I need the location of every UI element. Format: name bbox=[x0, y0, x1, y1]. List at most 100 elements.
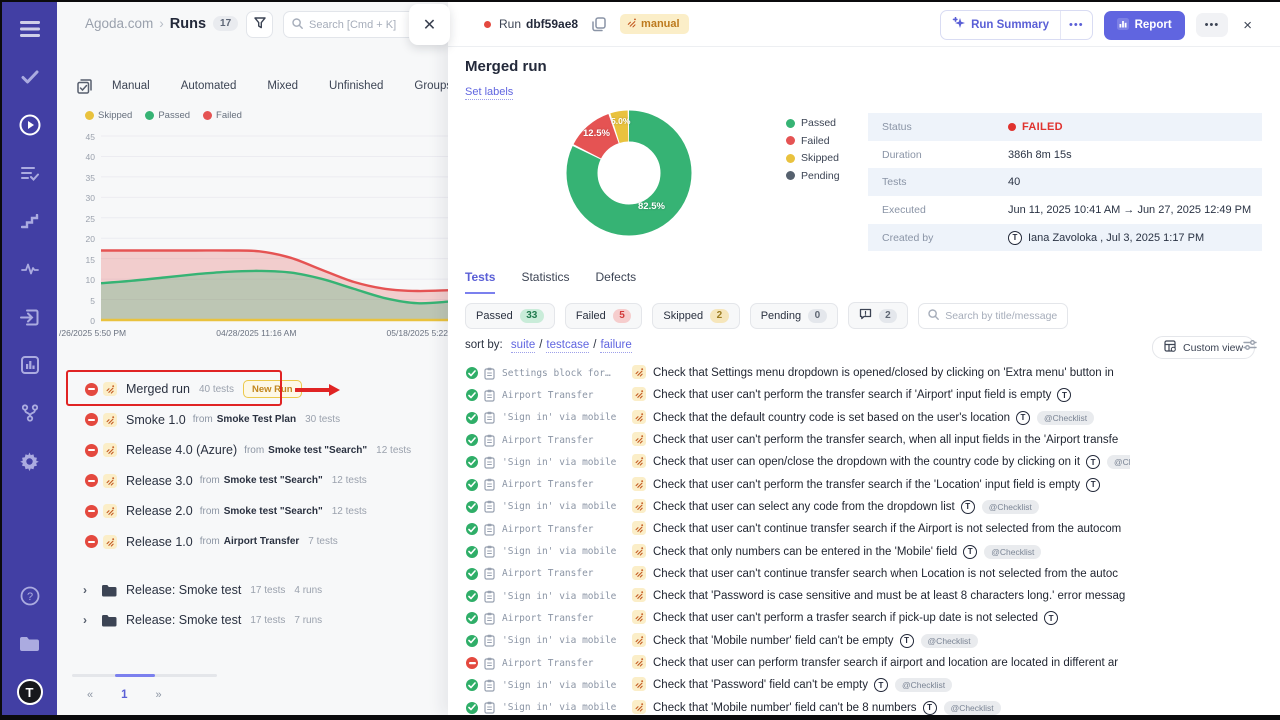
info-row-status: Status FAILED bbox=[868, 113, 1262, 141]
copy-icon[interactable] bbox=[592, 17, 606, 32]
tab-unfinished[interactable]: Unfinished bbox=[329, 80, 383, 92]
filter-button[interactable] bbox=[246, 11, 273, 38]
run-row[interactable]: Merged run 40 tests New Run bbox=[57, 374, 448, 405]
filter-failed[interactable]: Failed5 bbox=[565, 303, 643, 329]
tab-groups[interactable]: Groups bbox=[414, 80, 452, 92]
projects-folder-icon[interactable] bbox=[17, 631, 43, 657]
sort-by-suite[interactable]: suite bbox=[511, 339, 535, 353]
sort-by-failure[interactable]: failure bbox=[600, 339, 631, 353]
current-page[interactable]: 1 bbox=[115, 686, 133, 704]
menu-icon[interactable] bbox=[17, 16, 43, 42]
breadcrumb-separator: › bbox=[159, 16, 164, 31]
test-row[interactable]: 'Sign in' via mobile Check that user can… bbox=[448, 451, 1130, 473]
test-row[interactable]: 'Sign in' via mobile Check that only num… bbox=[448, 540, 1130, 562]
run-summary-button[interactable]: Run Summary ••• bbox=[940, 10, 1093, 40]
runs-search-input[interactable] bbox=[309, 19, 419, 31]
import-box-icon[interactable] bbox=[17, 304, 43, 330]
run-row[interactable]: Release 4.0 (Azure) from Smoke test "Sea… bbox=[57, 435, 448, 466]
test-row[interactable]: Settings block for… Check that Settings … bbox=[448, 362, 1130, 384]
tab-mixed[interactable]: Mixed bbox=[267, 80, 298, 92]
run-summary-more-button[interactable]: ••• bbox=[1060, 11, 1092, 39]
chart-y-axis: 454035302520151050 bbox=[71, 130, 95, 322]
select-all-icon[interactable] bbox=[77, 79, 92, 94]
comments-filter[interactable]: 2 bbox=[848, 302, 909, 329]
prev-page-button[interactable]: « bbox=[81, 686, 99, 704]
tab-statistics[interactable]: Statistics bbox=[521, 270, 569, 294]
tab-automated[interactable]: Automated bbox=[181, 80, 237, 92]
test-row[interactable]: 'Sign in' via mobile Check that user can… bbox=[448, 496, 1130, 518]
donut-legend-pending: Pending bbox=[786, 170, 840, 182]
scrollbar-thumb[interactable] bbox=[115, 674, 155, 677]
test-row[interactable]: Airport Transfer Check that user can't c… bbox=[448, 563, 1130, 585]
run-row[interactable]: Smoke 1.0 from Smoke Test Plan 30 tests bbox=[57, 405, 448, 436]
test-row[interactable]: 'Sign in' via mobile Check that 'Mobile … bbox=[448, 630, 1130, 652]
run-row[interactable]: Release 2.0 from Smoke test "Search" 12 … bbox=[57, 496, 448, 527]
filter-passed[interactable]: Passed33 bbox=[465, 303, 555, 329]
manual-icon bbox=[632, 699, 646, 715]
run-info-table: Status FAILED Duration 386h 8m 15s Tests… bbox=[868, 113, 1262, 251]
test-title: Check that the default country code is s… bbox=[653, 412, 1010, 424]
passed-dot bbox=[145, 111, 154, 120]
test-row[interactable]: Airport Transfer Check that user can per… bbox=[448, 652, 1130, 674]
run-row[interactable]: Release 3.0 from Smoke test "Search" 12 … bbox=[57, 466, 448, 497]
test-row[interactable]: Airport Transfer Check that user can't c… bbox=[448, 518, 1130, 540]
next-page-button[interactable]: » bbox=[150, 686, 168, 704]
manual-icon bbox=[103, 382, 117, 396]
run-row[interactable]: Release 1.0 from Airport Transfer 7 test… bbox=[57, 527, 448, 558]
test-row[interactable]: 'Sign in' via mobile Check that 'Passwor… bbox=[448, 585, 1130, 607]
review-list-icon[interactable] bbox=[17, 160, 43, 186]
settings-gear-icon[interactable] bbox=[17, 448, 43, 474]
skipped-dot bbox=[786, 154, 795, 163]
test-title: Check that user can perform transfer sea… bbox=[653, 657, 1118, 669]
test-row[interactable]: 'Sign in' via mobile Check that 'Mobile … bbox=[448, 696, 1130, 715]
runs-play-icon[interactable] bbox=[17, 112, 43, 138]
reports-chart-icon[interactable] bbox=[17, 352, 43, 378]
test-row[interactable]: 'Sign in' via mobile Check that 'Passwor… bbox=[448, 674, 1130, 696]
legend-passed-label: Passed bbox=[158, 110, 190, 121]
sort-by-testcase[interactable]: testcase bbox=[546, 339, 589, 353]
help-icon[interactable]: ? bbox=[17, 583, 43, 609]
tab-manual[interactable]: Manual bbox=[112, 80, 150, 92]
test-row[interactable]: Airport Transfer Check that user can't p… bbox=[448, 384, 1130, 406]
detail-close-button[interactable]: × bbox=[1239, 13, 1256, 38]
breadcrumb-project[interactable]: Agoda.com bbox=[85, 16, 153, 31]
y-tick-label: 20 bbox=[86, 235, 95, 243]
filter-skipped[interactable]: Skipped2 bbox=[652, 303, 739, 329]
folder-row[interactable]: › Release: Smoke test 17 tests 7 runs bbox=[57, 605, 448, 635]
test-row[interactable]: 'Sign in' via mobile Check that the defa… bbox=[448, 407, 1130, 429]
milestones-steps-icon[interactable] bbox=[17, 208, 43, 234]
runs-list-panel: Agoda.com›Runs17 ✕ Manual Automated Mixe… bbox=[57, 2, 448, 715]
filter-pending[interactable]: Pending0 bbox=[750, 303, 838, 329]
manual-icon bbox=[632, 409, 646, 427]
custom-view-button[interactable]: Custom view bbox=[1152, 336, 1255, 359]
test-row[interactable]: Airport Transfer Check that user can't p… bbox=[448, 607, 1130, 629]
chevron-right-icon[interactable]: › bbox=[83, 613, 97, 627]
panel-close-button[interactable]: ✕ bbox=[409, 4, 450, 45]
tests-search[interactable] bbox=[918, 303, 1068, 329]
testcases-check-icon[interactable] bbox=[17, 64, 43, 90]
integrations-branch-icon[interactable] bbox=[17, 400, 43, 426]
run-label: Run bbox=[499, 17, 521, 31]
horizontal-scrollbar[interactable] bbox=[72, 674, 217, 677]
tab-tests[interactable]: Tests bbox=[465, 270, 495, 294]
test-row[interactable]: Airport Transfer Check that user can't p… bbox=[448, 429, 1130, 451]
chevron-right-icon[interactable]: › bbox=[83, 583, 97, 597]
info-row-tests: Tests 40 bbox=[868, 168, 1262, 196]
manual-icon bbox=[632, 543, 646, 561]
view-settings-icon[interactable] bbox=[1243, 339, 1257, 351]
test-title: Check that user can open/close the dropd… bbox=[653, 456, 1080, 468]
checklist-badge: @Checklist bbox=[921, 634, 978, 648]
tab-defects[interactable]: Defects bbox=[595, 270, 636, 294]
tests-search-input[interactable] bbox=[945, 310, 1065, 322]
run-title: Merged run bbox=[465, 58, 547, 75]
user-avatar[interactable]: T bbox=[17, 679, 43, 705]
set-labels-link[interactable]: Set labels bbox=[465, 86, 513, 100]
more-actions-button[interactable]: ••• bbox=[1196, 13, 1229, 37]
folder-row[interactable]: › Release: Smoke test 17 tests 4 runs bbox=[57, 575, 448, 605]
checklist-badge: @Checklist bbox=[982, 500, 1039, 514]
activity-pulse-icon[interactable] bbox=[17, 256, 43, 282]
test-row[interactable]: Airport Transfer Check that user can't p… bbox=[448, 473, 1130, 495]
report-button[interactable]: Report bbox=[1104, 11, 1185, 40]
manual-icon bbox=[103, 535, 117, 549]
donut-legend-pending-label: Pending bbox=[801, 170, 840, 182]
